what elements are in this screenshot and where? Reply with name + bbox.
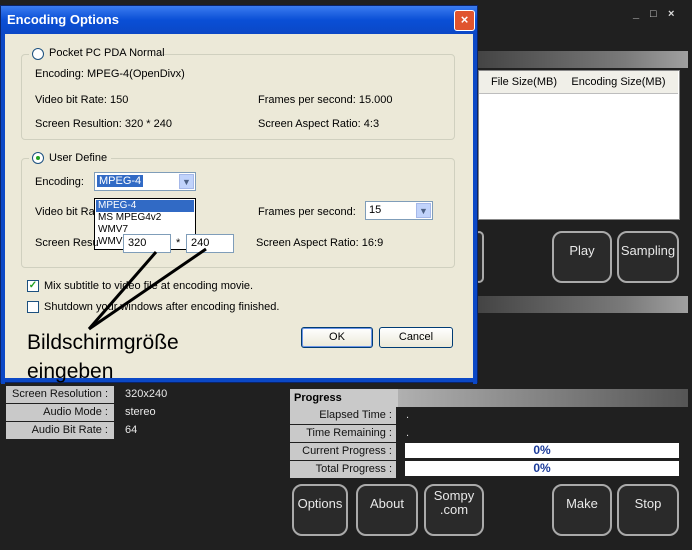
column-encoding-size[interactable]: Encoding Size(MB) (559, 71, 678, 94)
play-button[interactable]: Play (552, 231, 612, 283)
progress-title: Progress (290, 389, 398, 407)
annotation-line2: eingeben (27, 360, 114, 383)
current-progress-bar: 0% (405, 443, 679, 458)
divider-strip (478, 296, 688, 313)
time-remaining-value: . (406, 427, 410, 439)
ok-button[interactable]: OK (301, 327, 373, 348)
info-value-audio-bit-rate: 64 (125, 424, 138, 436)
info-label-audio-mode: Audio Mode : (6, 404, 114, 421)
encoding-options-dialog: Encoding Options × Pocket PC PDA Normal … (0, 5, 478, 386)
cancel-button[interactable]: Cancel (379, 327, 453, 348)
about-button[interactable]: About (356, 484, 418, 536)
elapsed-time-value: . (406, 409, 410, 421)
info-label-resolution: Screen Resolution : (6, 386, 114, 403)
sampling-button[interactable]: Sampling (617, 231, 679, 283)
sompy-button-line1: Sompy (433, 488, 475, 503)
total-progress-bar: 0% (405, 461, 679, 476)
sompy-button-line2: .com (439, 502, 469, 517)
info-label-audio-bit-rate: Audio Bit Rate : (6, 422, 114, 439)
info-value-resolution: 320x240 (125, 388, 168, 400)
close-icon[interactable]: × (668, 8, 674, 20)
make-button[interactable]: Make (552, 484, 612, 536)
file-table[interactable]: File Size(MB) Encoding Size(MB) (478, 70, 680, 220)
annotation-text: Bildschirmgröße eingeben (27, 328, 179, 386)
time-remaining-label: Time Remaining : (290, 425, 396, 442)
maximize-icon[interactable]: □ (650, 8, 657, 20)
info-value-audio-mode: stereo (125, 406, 156, 418)
current-progress-label: Current Progress : (290, 443, 396, 460)
progress-header-strip (398, 389, 688, 407)
column-file-size[interactable]: File Size(MB) (489, 71, 560, 94)
options-button[interactable]: Options (292, 484, 348, 536)
total-progress-label: Total Progress : (290, 461, 396, 478)
header-strip (478, 51, 688, 68)
minimize-icon[interactable]: _ (633, 8, 639, 20)
sompy-button[interactable]: Sompy .com (424, 484, 484, 536)
annotation-arrows (87, 247, 207, 331)
elapsed-time-label: Elapsed Time : (290, 407, 396, 424)
annotation-line1: Bildschirmgröße (27, 331, 179, 354)
stop-button[interactable]: Stop (617, 484, 679, 536)
